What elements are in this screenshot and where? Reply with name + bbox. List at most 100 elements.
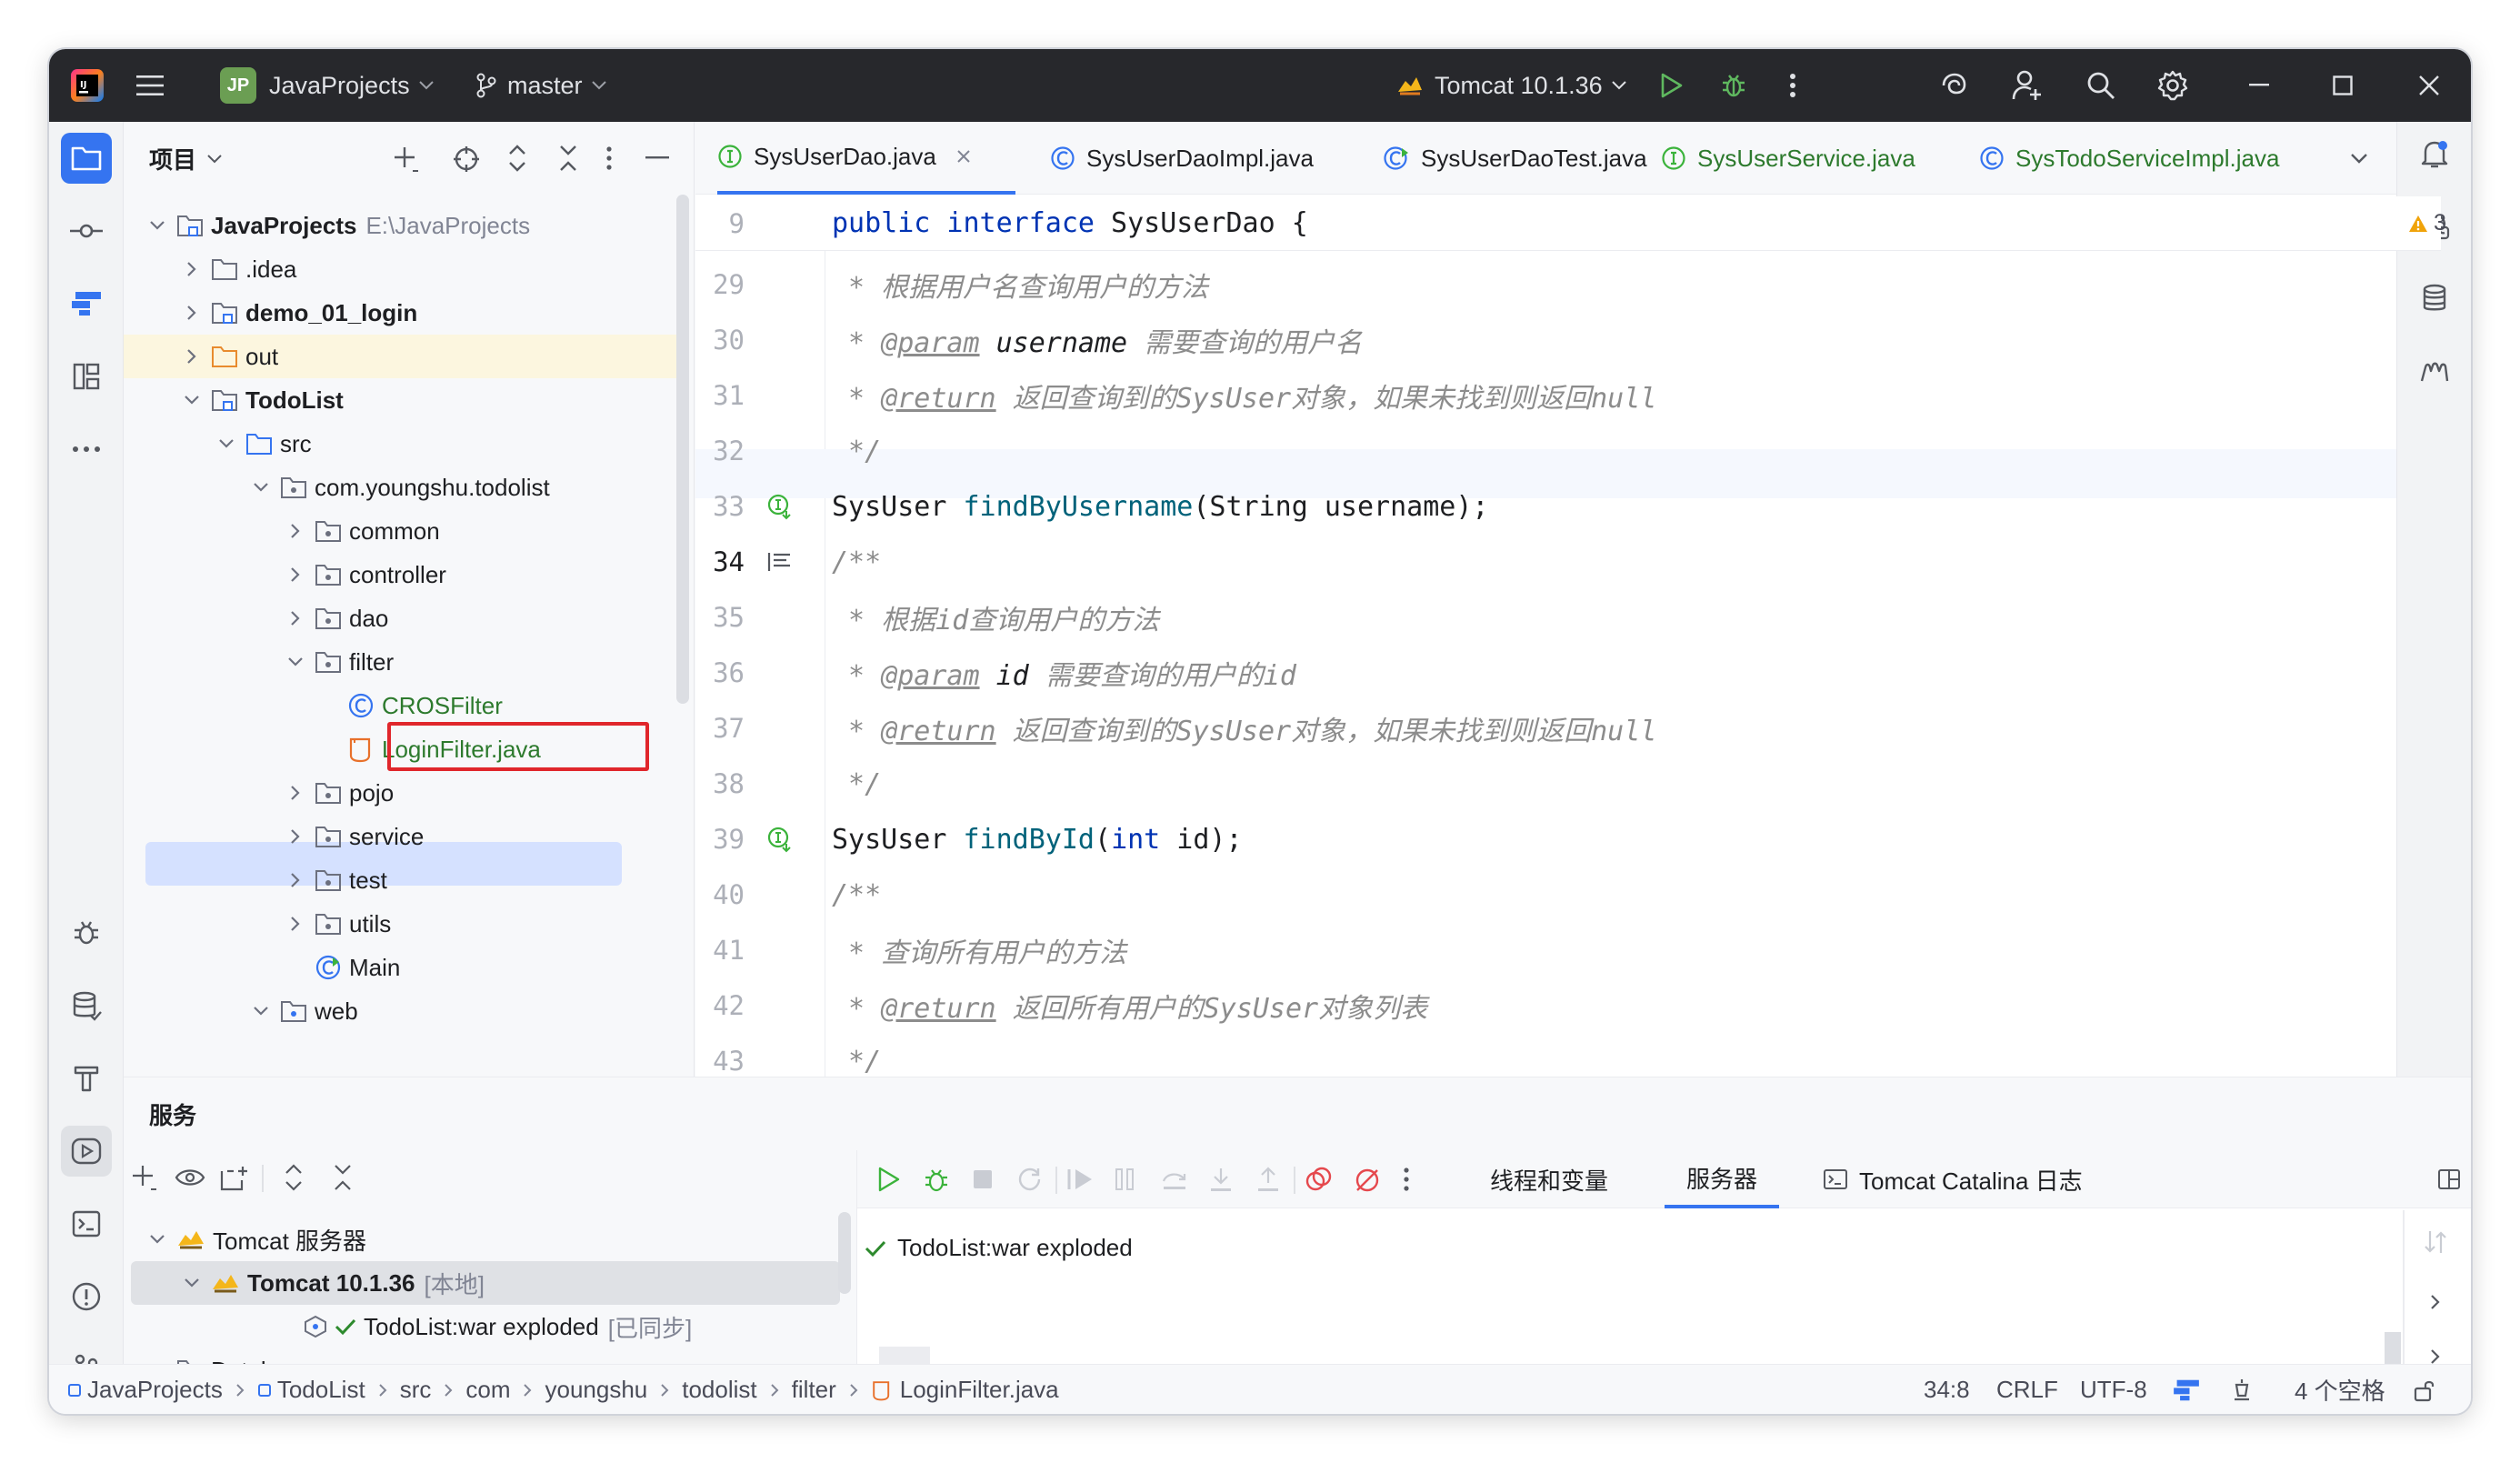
code-line[interactable]: 32 */ [695, 426, 2441, 476]
breadcrumb-item[interactable]: todolist [682, 1376, 756, 1404]
output-vscroll[interactable] [2385, 1332, 2401, 1365]
notifications-icon[interactable] [2409, 129, 2460, 180]
terminal-tool-button[interactable] [61, 1198, 112, 1249]
swap-icon[interactable] [2423, 1228, 2448, 1256]
tree-item-todolist[interactable]: TodoList [182, 378, 736, 422]
step-over-icon[interactable] [1161, 1168, 1188, 1192]
breadcrumb-item[interactable]: youngshu [545, 1376, 647, 1404]
code-line[interactable]: 37 * @return 返回查询到的SysUser对象，如果未找到则返回nul… [695, 704, 2441, 753]
tree-item-demo-01-login[interactable]: demo_01_login [182, 291, 736, 335]
add-service-icon[interactable] [131, 1164, 158, 1191]
sticky-line[interactable]: 9 public interface SysUserDao { 3 [695, 196, 2446, 251]
debug-tool-button[interactable] [61, 907, 112, 958]
locate-icon[interactable] [453, 145, 480, 173]
hide-panel-icon[interactable] [645, 156, 669, 160]
code-line[interactable]: 42 * @return 返回所有用户的SysUser对象列表 [695, 981, 2441, 1030]
pause-icon[interactable] [1114, 1167, 1135, 1192]
options-icon[interactable] [605, 145, 613, 171]
code-line[interactable]: 39 SysUser findById(int id); [695, 815, 2441, 864]
run-icon[interactable] [877, 1167, 901, 1192]
services-item-tomcat-instance[interactable]: Tomcat 10.1.36 [本地] [182, 1261, 736, 1305]
code-line[interactable]: 41 * 查询所有用户的方法 [695, 926, 2441, 975]
tab-threads-variables[interactable]: 线程和变量 [1490, 1150, 1608, 1208]
commit-tool-button[interactable] [61, 205, 112, 256]
code-line[interactable]: 36 * @param id 需要查询的用户的id [695, 648, 2441, 697]
breadcrumb-item[interactable]: LoginFilter.java [900, 1376, 1059, 1404]
main-menu-icon[interactable] [136, 49, 164, 122]
tree-item-out[interactable]: out [182, 335, 736, 378]
maven-icon[interactable] [2409, 346, 2460, 396]
tree-scrollbar[interactable] [676, 195, 689, 704]
code-line[interactable]: 33 SysUser findByUsername(String username… [695, 482, 2441, 531]
add-icon[interactable] [393, 145, 420, 173]
tree-item-javaprojects[interactable]: JavaProjects E:\JavaProjects [147, 204, 702, 247]
doc-comment-gutter-icon[interactable] [766, 551, 794, 573]
minimize-icon[interactable] [2249, 49, 2269, 122]
tab-server[interactable]: 服务器 [1665, 1150, 1779, 1208]
code-line[interactable]: 43 */ [695, 1037, 2441, 1077]
layout-icon[interactable] [2437, 1168, 2461, 1190]
tab-list-dropdown[interactable] [2350, 122, 2368, 195]
maximize-icon[interactable] [2333, 49, 2353, 122]
build-tool-button[interactable] [61, 1053, 112, 1104]
chevron-right-icon[interactable] [2430, 1348, 2441, 1365]
close-tab-icon[interactable] [956, 149, 971, 164]
breadcrumb-item[interactable]: filter [792, 1376, 836, 1404]
mute-breakpoints-icon[interactable] [1354, 1167, 1381, 1194]
search-icon[interactable] [2085, 49, 2116, 122]
resume-icon[interactable] [1066, 1167, 1095, 1192]
collapse-all-icon[interactable] [558, 144, 578, 173]
code-line[interactable]: 29 * 根据用户名查询用户的方法 [695, 260, 2441, 309]
step-out-icon[interactable] [1255, 1167, 1281, 1194]
breadcrumb-item[interactable]: src [400, 1376, 432, 1404]
jetbrains-tool-button[interactable] [61, 278, 112, 329]
rerun-icon[interactable] [1017, 1167, 1043, 1192]
database-icon[interactable] [2409, 273, 2460, 324]
indent-setting[interactable]: 4 个空格 [2295, 1365, 2385, 1414]
app-logo-icon[interactable]: IJ [71, 49, 104, 122]
debug-icon[interactable] [923, 1167, 950, 1194]
code-line[interactable]: 38 */ [695, 759, 2441, 808]
implemented-gutter-icon[interactable] [766, 826, 794, 853]
more-actions-icon[interactable] [1789, 49, 1796, 122]
run-config-selector[interactable]: Tomcat 10.1.36 [1396, 49, 1626, 122]
inspection-icon[interactable] [2231, 1365, 2253, 1414]
file-encoding[interactable]: UTF-8 [2080, 1365, 2147, 1414]
project-selector[interactable]: JP JavaProjects [220, 49, 434, 122]
tree-item-idea[interactable]: .idea [182, 247, 736, 291]
plugin-status-icon[interactable] [2171, 1365, 2202, 1414]
debug-button[interactable] [1720, 49, 1747, 122]
run-button[interactable] [1660, 49, 1684, 122]
branch-selector[interactable]: master [476, 49, 606, 122]
add-user-icon[interactable] [2011, 49, 2044, 122]
breadcrumb-item[interactable]: com [465, 1376, 510, 1404]
stop-icon[interactable] [972, 1168, 994, 1190]
more-tools-icon[interactable] [61, 424, 112, 475]
chevron-down-icon[interactable] [207, 155, 222, 164]
code-line[interactable]: 31 * @return 返回查询到的SysUser对象，如果未找到则返回nul… [695, 371, 2441, 420]
project-panel-title[interactable]: 项目 [149, 142, 196, 175]
services-tool-button[interactable] [61, 1126, 112, 1177]
structure-tool-button[interactable] [61, 351, 112, 402]
project-tool-button[interactable] [61, 133, 112, 184]
database-tool-button[interactable] [61, 980, 112, 1031]
implemented-gutter-icon[interactable] [766, 493, 794, 520]
tab-systodoserviceimpl[interactable]: SysTodoServiceImpl.java [1979, 122, 2279, 195]
ai-assistant-icon[interactable] [1938, 49, 1969, 122]
settings-gear-icon[interactable] [2156, 49, 2189, 122]
close-window-icon[interactable] [2418, 49, 2440, 122]
tab-sysuserdaoimpl[interactable]: SysUserDaoImpl.java [1050, 122, 1314, 195]
line-separator[interactable]: CRLF [1996, 1365, 2058, 1414]
code-line[interactable]: 40 /** [695, 870, 2441, 919]
step-into-icon[interactable] [1208, 1167, 1234, 1194]
new-group-icon[interactable] [220, 1164, 249, 1191]
code-line[interactable]: 34 /** [695, 537, 2441, 586]
more-actions-icon[interactable] [1403, 1167, 1410, 1192]
warning-counter[interactable]: 3 [2408, 210, 2471, 236]
services-tree-scrollbar[interactable] [838, 1212, 851, 1294]
tab-catalina-log[interactable]: Tomcat Catalina 日志 [1823, 1150, 2083, 1208]
chevron-right-icon[interactable] [2430, 1294, 2441, 1310]
code-line[interactable]: 35 * 根据id查询用户的方法 [695, 593, 2441, 642]
breadcrumb-item[interactable]: JavaProjects [87, 1376, 223, 1404]
code-area[interactable]: 9 public interface SysUserDao { 3 29 * 根… [695, 196, 2471, 1077]
